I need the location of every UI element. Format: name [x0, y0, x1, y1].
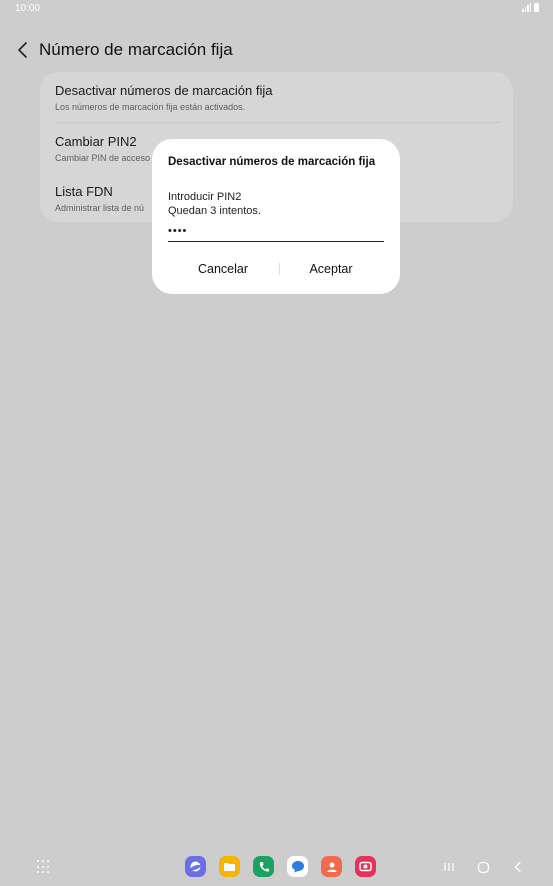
- contacts-app-icon[interactable]: [321, 856, 342, 877]
- chevron-left-icon: [18, 42, 27, 58]
- my-files-app-icon[interactable]: [219, 856, 240, 877]
- pin2-input[interactable]: ••••: [168, 225, 384, 242]
- back-icon: [514, 861, 521, 873]
- dialog-prompt: Introducir PIN2: [168, 191, 242, 203]
- dialog-attempts: Quedan 3 intentos.: [168, 205, 261, 217]
- dock: [185, 856, 376, 877]
- setting-title: Desactivar números de marcación fija: [55, 83, 273, 98]
- cancel-button[interactable]: Cancelar: [168, 259, 278, 279]
- status-time: 10:00: [15, 3, 41, 14]
- dialog-title: Desactivar números de marcación fija: [168, 156, 376, 168]
- recents-icon: [444, 863, 454, 871]
- setting-disable-fdn[interactable]: Desactivar números de marcación fija Los…: [55, 83, 500, 113]
- phone-app-icon[interactable]: [253, 856, 274, 877]
- navigation-bar: [0, 850, 553, 886]
- page-title: Número de marcación fija: [39, 40, 233, 59]
- back-button[interactable]: [12, 38, 34, 62]
- pin2-dialog: Desactivar números de marcación fija Int…: [152, 139, 400, 294]
- divider: [55, 122, 500, 123]
- messages-app-icon[interactable]: [287, 856, 308, 877]
- status-bar: 10:00: [0, 0, 553, 18]
- internet-app-icon[interactable]: [185, 856, 206, 877]
- recent-apps-button[interactable]: [441, 859, 457, 875]
- screen-recorder-app-icon[interactable]: [355, 856, 376, 877]
- home-icon: [477, 861, 489, 873]
- accept-button[interactable]: Aceptar: [276, 259, 386, 279]
- app-header: Número de marcación fija: [0, 36, 553, 66]
- nav-back-button[interactable]: [510, 859, 526, 875]
- battery-icon: [534, 3, 539, 12]
- app-drawer-icon[interactable]: [37, 860, 51, 874]
- home-button[interactable]: [475, 859, 491, 875]
- status-icons: [522, 3, 539, 12]
- setting-subtitle: Los números de marcación fija están acti…: [55, 102, 246, 112]
- signal-icon: [522, 3, 531, 12]
